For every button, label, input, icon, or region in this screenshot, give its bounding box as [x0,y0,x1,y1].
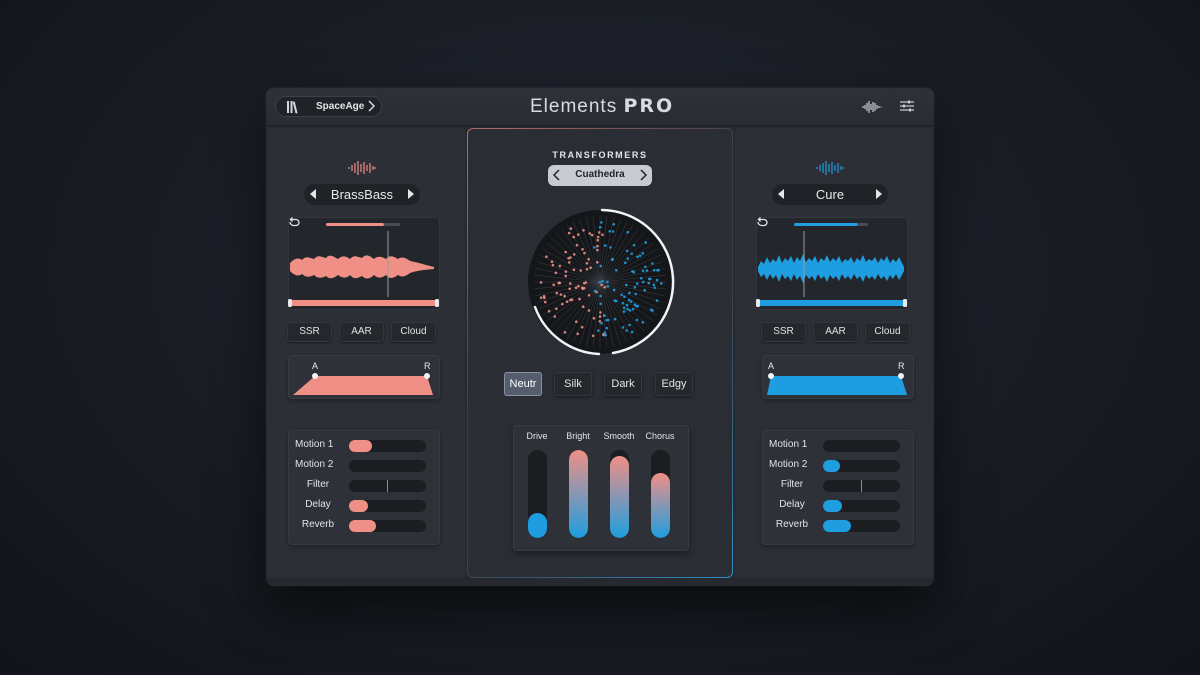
delay-slider[interactable]: Delay [762,498,914,514]
bright-fader[interactable]: Bright [558,425,598,551]
reverb-slider[interactable]: Reverb [762,518,914,534]
chevron-right-icon[interactable] [638,168,648,182]
slider-track[interactable] [823,440,900,452]
motion-1-slider[interactable]: Motion 1 [762,438,914,454]
filter-slider[interactable]: Filter [288,478,440,494]
tone-dark-button[interactable]: Dark [604,372,642,396]
slider-track[interactable] [349,460,426,472]
section-title: TRANSFORMERS [552,150,648,160]
slider-track[interactable] [823,480,900,492]
tone-edgy-button[interactable]: Edgy [655,372,693,396]
sample-name: BrassBass [330,187,394,202]
motion-1-slider[interactable]: Motion 1 [288,438,440,454]
svg-text:R: R [424,361,431,371]
arrow-right-icon[interactable] [876,189,882,199]
motion-2-slider[interactable]: Motion 2 [762,458,914,474]
envelope-editor[interactable]: A R [762,355,914,399]
morph-orb[interactable] [525,207,675,357]
fader-track[interactable] [569,450,588,538]
svg-text:R: R [898,361,905,371]
fader-track[interactable] [610,450,629,538]
right-waveform [756,223,907,307]
mode-ssr-button[interactable]: SSR [761,322,806,342]
loop-icon[interactable] [288,217,300,227]
slider-track[interactable] [349,520,426,532]
sample-selector[interactable]: BrassBass [304,184,420,205]
sample-waveform-display[interactable] [288,217,440,310]
fader-track[interactable] [651,450,670,538]
waveform-icon [816,161,844,175]
left-waveform [288,223,439,307]
mode-cloud-button[interactable]: Cloud [391,322,436,342]
drive-fader[interactable]: Drive [517,425,557,551]
mode-ssr-button[interactable]: SSR [287,322,332,342]
motion-2-slider[interactable]: Motion 2 [288,458,440,474]
transformer-name: Cuathedra [575,169,625,180]
app-logo: Elements PRO [530,95,675,117]
chorus-fader[interactable]: Chorus [640,425,680,551]
preset-name: SpaceAge [316,101,365,112]
preset-browser[interactable]: SpaceAge [275,96,382,117]
chevron-right-icon[interactable] [366,99,376,113]
library-icon[interactable] [286,100,300,114]
mode-cloud-button[interactable]: Cloud [865,322,910,342]
right-layer-panel: Cure SSR AAR Cloud A R Motion 1 Motion 2… [735,128,933,578]
tone-faders: Drive Bright Smooth Chorus [513,425,689,551]
slider-track[interactable] [349,440,426,452]
transformer-selector[interactable]: Cuathedra [548,165,652,186]
sample-name: Cure [815,187,845,202]
left-layer-panel: BrassBass SSR AAR Cloud A R Motion 1 Mot… [267,128,465,578]
svg-text:A: A [768,361,774,371]
waveform-icon[interactable] [862,100,882,114]
slider-track[interactable] [349,500,426,512]
envelope-shape: A R [293,361,433,395]
plugin-window: SpaceAge Elements PRO BrassBass SSR AAR … [266,88,934,586]
slider-track[interactable] [823,500,900,512]
filter-slider[interactable]: Filter [762,478,914,494]
loop-icon[interactable] [756,217,768,227]
envelope-editor[interactable]: A R [288,355,440,399]
sample-selector[interactable]: Cure [772,184,888,205]
mode-aar-button[interactable]: AAR [813,322,858,342]
slider-track[interactable] [823,520,900,532]
settings-sliders-icon[interactable] [900,99,914,113]
top-bar: SpaceAge Elements PRO [266,88,934,126]
tone-silk-button[interactable]: Silk [554,372,592,396]
svg-text:A: A [312,361,318,371]
fader-track[interactable] [528,450,547,538]
slider-track[interactable] [349,480,426,492]
motion-controls: Motion 1 Motion 2 Filter Delay Reverb [288,430,440,545]
waveform-icon [348,161,376,175]
delay-slider[interactable]: Delay [288,498,440,514]
motion-controls: Motion 1 Motion 2 Filter Delay Reverb [762,430,914,545]
tone-neutr-button[interactable]: Neutr [504,372,542,396]
slider-track[interactable] [823,460,900,472]
arrow-right-icon[interactable] [408,189,414,199]
mode-aar-button[interactable]: AAR [339,322,384,342]
transformers-panel: TRANSFORMERS Cuathedra Neutr Silk Dark E… [467,128,733,578]
smooth-fader[interactable]: Smooth [599,425,639,551]
sample-waveform-display[interactable] [756,217,908,310]
reverb-slider[interactable]: Reverb [288,518,440,534]
envelope-shape: A R [767,361,907,395]
